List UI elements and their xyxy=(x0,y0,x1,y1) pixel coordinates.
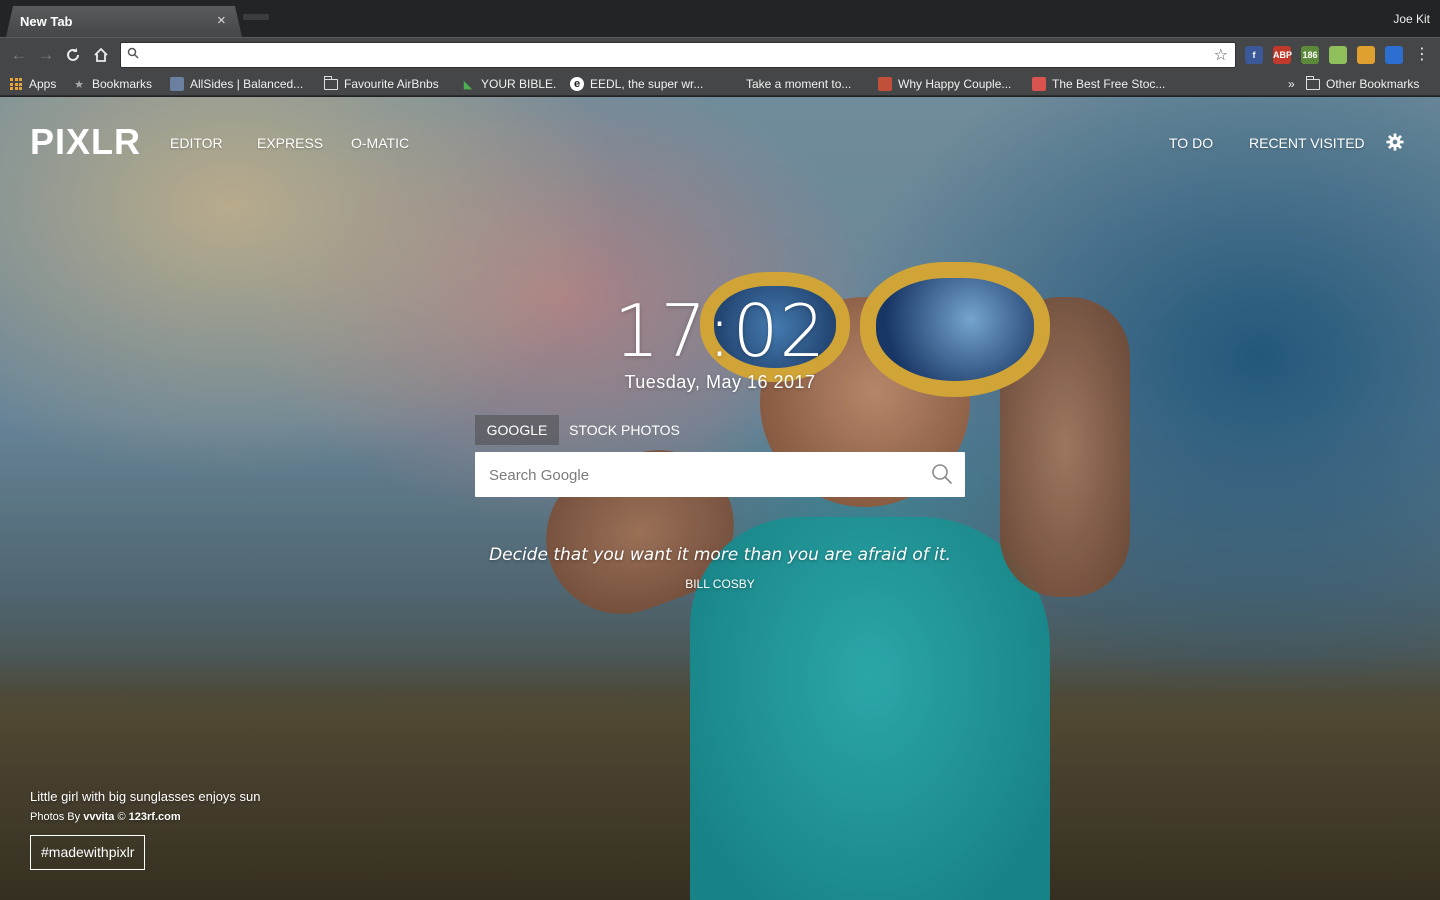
allsides-icon xyxy=(170,77,184,91)
tab-strip: New Tab × Joe Kit xyxy=(0,0,1440,37)
forward-icon[interactable]: → xyxy=(35,44,57,66)
bookmark-your-bible[interactable]: ◣ YOUR BIBLE. xyxy=(461,75,557,93)
browser-menu-icon[interactable]: ⋮ xyxy=(1414,44,1430,66)
bookmark-free-stock[interactable]: The Best Free Stoc... xyxy=(1032,75,1165,93)
couple-icon xyxy=(878,77,892,91)
translate-ext-icon[interactable] xyxy=(1329,46,1347,64)
bookmark-other-bookmarks[interactable]: Other Bookmarks xyxy=(1305,75,1420,93)
settings-gear-icon[interactable] xyxy=(1386,133,1404,151)
pixlr-new-tab-page: PIXLR EDITOR EXPRESS O-MATIC TO DO RECEN… xyxy=(0,97,1440,900)
bookmark-label: The Best Free Stoc... xyxy=(1052,77,1166,91)
adblock-ext-icon[interactable]: ABP xyxy=(1273,46,1292,64)
new-tab-button[interactable] xyxy=(243,14,269,20)
pixlr-logo[interactable]: PIXLR xyxy=(30,121,141,163)
bookmark-label: Take a moment to... xyxy=(746,77,852,91)
photo-credit: Photos By vvvita © 123rf.com xyxy=(30,811,181,823)
bookmark-label: EEDL, the super wr... xyxy=(590,77,704,91)
bookmark-label: Other Bookmarks xyxy=(1326,77,1420,91)
search-icon[interactable] xyxy=(931,463,953,485)
bookmark-label: Apps xyxy=(29,77,57,91)
hashtag-button[interactable]: #madewithpixlr xyxy=(30,835,146,870)
nav-recent-visited[interactable]: RECENT VISITED xyxy=(1249,135,1365,151)
blank-icon xyxy=(726,77,740,91)
credit-author-link[interactable]: vvvita xyxy=(83,811,114,823)
date: Tuesday, May 16 2017 xyxy=(624,372,816,392)
bookmark-bookmarks[interactable]: ★ Bookmarks xyxy=(72,75,152,93)
bookmark-take-a-moment[interactable]: Take a moment to... xyxy=(726,75,851,93)
bookmark-label: Favourite AirBnbs xyxy=(344,77,439,91)
address-input[interactable] xyxy=(149,46,1209,64)
active-tab[interactable]: New Tab × xyxy=(6,6,242,37)
overflow-label: » xyxy=(1288,77,1295,91)
bookmark-eedl[interactable]: e EEDL, the super wr... xyxy=(570,75,703,93)
folder-icon xyxy=(1305,75,1320,90)
nav-express[interactable]: EXPRESS xyxy=(257,135,323,151)
credit-separator: © xyxy=(117,811,126,823)
browser-toolbar: ← → ☆ f ABP 186 ⋮ xyxy=(0,37,1440,72)
facebook-ext-icon[interactable]: f xyxy=(1245,46,1263,64)
home-icon[interactable] xyxy=(90,44,112,66)
quote-text: Decide that you want it more than you ar… xyxy=(489,545,951,565)
search-tab-stock-photos[interactable]: STOCK PHOTOS xyxy=(567,415,682,445)
tab-close-icon[interactable]: × xyxy=(217,12,226,29)
bookmark-label: Why Happy Couple... xyxy=(898,77,1012,91)
photo-overlay xyxy=(0,97,1440,900)
search-input[interactable] xyxy=(489,464,919,486)
credit-prefix: Photos By xyxy=(30,811,81,823)
arc-ext-icon[interactable] xyxy=(1357,46,1375,64)
bookmark-favourite-airbnbs[interactable]: Favourite AirBnbs xyxy=(323,75,439,93)
star-icon: ★ xyxy=(74,78,84,91)
bookmark-label: YOUR BIBLE. xyxy=(481,77,557,91)
counter-ext-icon[interactable]: 186 xyxy=(1301,46,1319,64)
bible-icon: ◣ xyxy=(463,78,473,91)
bookmarks-overflow-chevron-icon[interactable]: » xyxy=(1288,75,1295,93)
bookmarks-bar: Apps ★ Bookmarks AllSides | Balanced... … xyxy=(0,72,1440,96)
address-bar[interactable]: ☆ xyxy=(120,42,1236,68)
search-box xyxy=(475,452,965,497)
clock: 17:02 xyxy=(613,289,827,373)
back-icon[interactable]: ← xyxy=(8,44,30,66)
search-tab-google[interactable]: GOOGLE xyxy=(475,415,559,445)
reload-icon[interactable] xyxy=(62,44,84,66)
nav-to-do[interactable]: TO DO xyxy=(1169,135,1213,151)
folder-icon xyxy=(323,75,338,90)
bookmark-label: AllSides | Balanced... xyxy=(190,77,304,91)
nav-editor[interactable]: EDITOR xyxy=(170,135,223,151)
address-search-icon xyxy=(127,47,139,59)
bookmark-star-icon[interactable]: ☆ xyxy=(1214,45,1228,65)
bookmark-label: Bookmarks xyxy=(92,77,153,91)
nav-o-matic[interactable]: O-MATIC xyxy=(351,135,409,151)
eedl-icon: e xyxy=(570,77,584,91)
bookmark-apps[interactable]: Apps xyxy=(10,75,56,93)
bookmark-happy-couples[interactable]: Why Happy Couple... xyxy=(878,75,1011,93)
tab-title: New Tab xyxy=(20,14,73,29)
bookmark-ext-icon[interactable] xyxy=(1385,46,1403,64)
apps-grid-icon xyxy=(10,78,22,90)
quote-author: BILL COSBY xyxy=(685,577,755,591)
credit-site-link[interactable]: 123rf.com xyxy=(129,811,181,823)
profile-name[interactable]: Joe Kit xyxy=(1393,12,1430,26)
photo-caption: Little girl with big sunglasses enjoys s… xyxy=(30,789,261,804)
stock-icon xyxy=(1032,77,1046,91)
bookmark-allsides[interactable]: AllSides | Balanced... xyxy=(170,75,303,93)
